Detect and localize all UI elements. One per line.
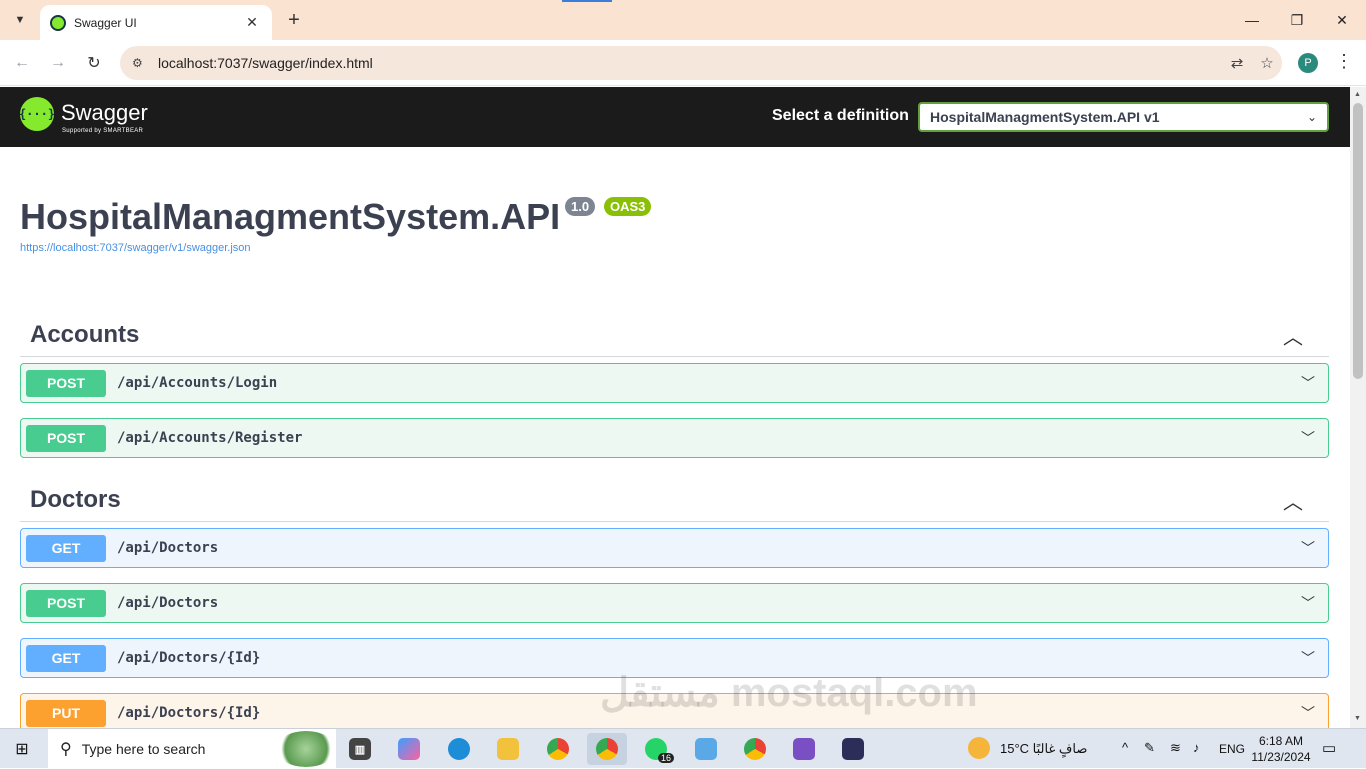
operation-row[interactable]: GET /api/Doctors ﹀ xyxy=(20,528,1329,568)
restore-button[interactable]: ❐ xyxy=(1283,8,1311,32)
url-text[interactable]: localhost:7037/swagger/index.html xyxy=(158,55,1222,71)
page-scrollbar[interactable]: ▲ ▼ xyxy=(1350,87,1366,728)
volume-icon[interactable]: ♪ xyxy=(1193,740,1200,755)
method-badge: GET xyxy=(26,534,106,562)
chevron-down-icon[interactable]: ﹀ xyxy=(1288,648,1328,668)
operation-row[interactable]: POST /api/Accounts/Register ﹀ xyxy=(20,418,1329,458)
page-viewport: {···} Swagger Supported by SMARTBEAR Sel… xyxy=(0,87,1350,728)
oas-badge: OAS3 xyxy=(604,197,652,216)
definition-select[interactable]: HospitalManagmentSystem.API v1 ⌄ xyxy=(918,102,1329,132)
new-tab-button[interactable]: + xyxy=(282,8,306,32)
weather-text[interactable]: 15°C صافٍ غالبًا xyxy=(1000,741,1087,757)
clock-time: 6:18 AM xyxy=(1258,734,1304,748)
windows-taskbar: ⊞ ⚲ Type here to search ▥ 16 15°C صافٍ غ… xyxy=(0,728,1366,769)
operation-path: /api/Doctors xyxy=(117,540,219,556)
browser-tab[interactable]: Swagger UI ✕ xyxy=(40,5,272,40)
tab-indicator xyxy=(562,0,612,2)
method-badge: PUT xyxy=(26,699,106,727)
chevron-up-icon[interactable]: ^ xyxy=(1122,740,1128,755)
search-icon: ⚲ xyxy=(60,741,72,758)
chevron-down-icon[interactable]: ﹀ xyxy=(1288,703,1328,723)
swagger-brand-sub: Supported by SMARTBEAR xyxy=(62,128,144,134)
notification-center-icon[interactable]: ▭ xyxy=(1322,739,1336,757)
windows-start-icon[interactable]: ⊞ xyxy=(12,739,32,759)
swagger-topbar: {···} Swagger Supported by SMARTBEAR Sel… xyxy=(0,87,1350,147)
method-badge: GET xyxy=(26,644,106,672)
chrome-profile-icon[interactable] xyxy=(587,733,627,765)
swagger-favicon-icon xyxy=(50,14,66,31)
chevron-up-icon[interactable]: ︿ xyxy=(1283,321,1303,350)
pen-icon[interactable]: ✎ xyxy=(1144,740,1155,756)
visual-studio-icon[interactable] xyxy=(784,733,824,765)
swagger-brand[interactable]: Swagger xyxy=(61,100,148,126)
scroll-down-icon[interactable]: ▼ xyxy=(1354,715,1361,722)
tag-accounts[interactable]: Accounts ︿ xyxy=(20,305,1329,357)
forward-button[interactable]: → xyxy=(46,51,70,75)
watermark: مستقل mostaql.com xyxy=(600,671,978,715)
address-bar[interactable]: ⚙ localhost:7037/swagger/index.html ⇄ ☆ xyxy=(120,46,1282,80)
search-placeholder: Type here to search xyxy=(81,741,206,757)
operation-path: /api/Doctors/{Id} xyxy=(117,650,261,666)
version-badge: 1.0 xyxy=(565,197,596,216)
method-badge: POST xyxy=(26,369,106,397)
minimize-button[interactable]: — xyxy=(1238,8,1266,32)
taskbar-search[interactable]: ⚲ Type here to search xyxy=(48,729,336,769)
method-badge: POST xyxy=(26,589,106,617)
weather-icon[interactable] xyxy=(968,737,990,759)
tag-doctors[interactable]: Doctors ︿ xyxy=(20,470,1329,522)
chevron-down-icon: ⌄ xyxy=(1306,110,1317,124)
terminal-icon[interactable] xyxy=(833,733,873,765)
scroll-thumb[interactable] xyxy=(1353,103,1363,379)
operation-path: /api/Accounts/Register xyxy=(117,430,303,446)
chrome-icon[interactable] xyxy=(538,733,578,765)
tab-title: Swagger UI xyxy=(74,15,137,30)
copilot-icon[interactable] xyxy=(389,733,429,765)
spec-url-link[interactable]: https://localhost:7037/swagger/v1/swagge… xyxy=(20,242,251,254)
language-indicator[interactable]: ENG xyxy=(1219,742,1245,756)
browser-menu-icon[interactable]: ⋮ xyxy=(1334,51,1354,75)
notification-badge: 16 xyxy=(657,753,674,763)
operation-row[interactable]: POST /api/Accounts/Login ﹀ xyxy=(20,363,1329,403)
bookmark-star-icon[interactable]: ☆ xyxy=(1252,54,1282,72)
wifi-icon[interactable]: ≋ xyxy=(1170,740,1181,756)
operation-path: /api/Doctors xyxy=(117,595,219,611)
swagger-logo-icon[interactable]: {···} xyxy=(19,97,55,131)
clock-date: 11/23/2024 xyxy=(1251,750,1311,764)
chevron-up-icon[interactable]: ︿ xyxy=(1283,486,1303,515)
api-title: HospitalManagmentSystem.API xyxy=(20,196,561,237)
site-info-icon[interactable]: ⚙ xyxy=(132,56,152,70)
method-badge: POST xyxy=(26,424,106,452)
scroll-up-icon[interactable]: ▲ xyxy=(1354,91,1361,98)
chrome-second-profile-icon[interactable] xyxy=(735,733,775,765)
clock[interactable]: 6:18 AM 11/23/2024 xyxy=(1251,733,1311,765)
chevron-down-icon[interactable]: ﹀ xyxy=(1288,428,1328,448)
browser-toolbar: ← → ↻ ⚙ localhost:7037/swagger/index.htm… xyxy=(0,40,1366,86)
tab-search-button[interactable]: ▼ xyxy=(8,8,32,32)
close-window-button[interactable]: ✕ xyxy=(1328,8,1356,32)
chevron-down-icon[interactable]: ﹀ xyxy=(1288,373,1328,393)
operation-row[interactable]: POST /api/Doctors ﹀ xyxy=(20,583,1329,623)
translate-icon[interactable]: ⇄ xyxy=(1222,54,1252,72)
file-explorer-icon[interactable] xyxy=(488,733,528,765)
select-definition-label: Select a definition xyxy=(772,107,909,124)
reload-button[interactable]: ↻ xyxy=(82,51,106,75)
back-button[interactable]: ← xyxy=(10,51,34,75)
chevron-down-icon[interactable]: ﹀ xyxy=(1288,593,1328,613)
profile-avatar[interactable]: P xyxy=(1298,53,1318,73)
tag-name: Accounts xyxy=(30,321,140,348)
close-tab-icon[interactable]: ✕ xyxy=(242,14,262,31)
task-view-icon[interactable]: ▥ xyxy=(340,733,380,765)
browser-tab-strip: ▼ Swagger UI ✕ + — ❐ ✕ xyxy=(0,0,1366,40)
notes-app-icon[interactable] xyxy=(686,733,726,765)
edge-icon[interactable] xyxy=(439,733,479,765)
definition-value: HospitalManagmentSystem.API v1 xyxy=(930,109,1160,125)
search-highlight-image xyxy=(276,731,336,767)
tag-name: Doctors xyxy=(30,486,121,513)
operation-path: /api/Accounts/Login xyxy=(117,375,278,391)
chevron-down-icon[interactable]: ﹀ xyxy=(1288,538,1328,558)
whatsapp-icon[interactable]: 16 xyxy=(636,733,676,765)
